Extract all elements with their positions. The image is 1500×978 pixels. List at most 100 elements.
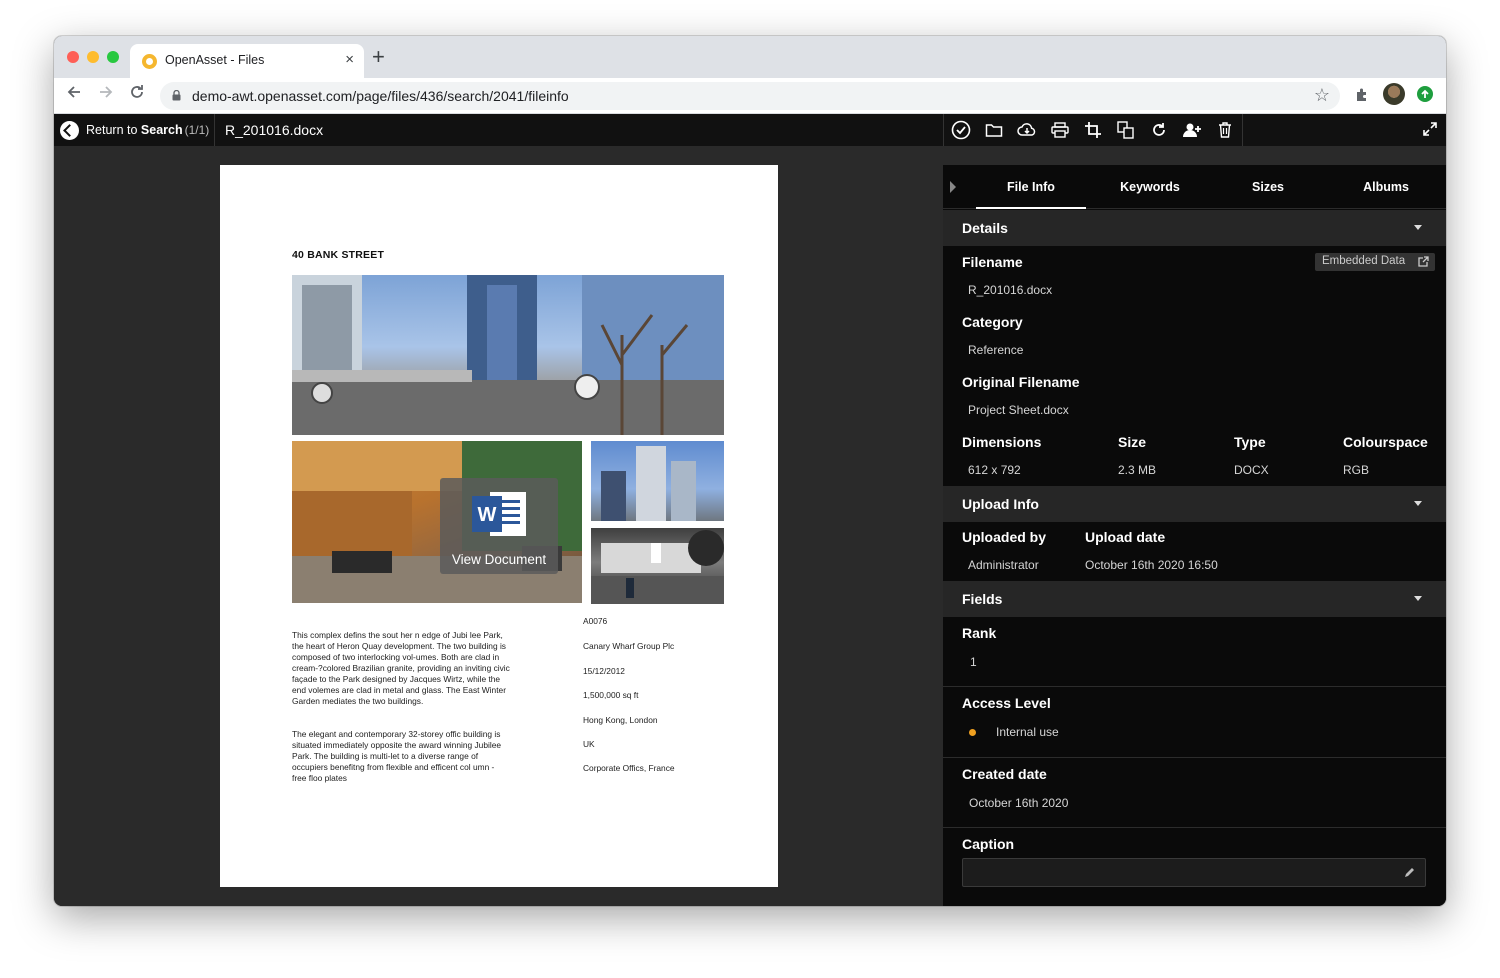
size-label: Size — [1118, 434, 1147, 450]
svg-text:W: W — [478, 504, 497, 526]
pencil-edit-icon[interactable] — [1404, 866, 1416, 878]
maximize-window-button[interactable] — [107, 51, 119, 63]
tab-albums[interactable]: Albums — [1331, 180, 1441, 194]
details-title: Details — [962, 220, 1008, 236]
dimensions-value: 612 x 792 — [968, 463, 1021, 477]
convert-icon[interactable] — [1109, 114, 1142, 146]
building-photo-street — [591, 528, 724, 604]
embedded-data-label: Embedded Data — [1322, 255, 1406, 267]
browser-tab-strip: OpenAsset - Files × + — [54, 36, 1446, 78]
new-tab-button[interactable]: + — [372, 46, 385, 68]
rotate-icon[interactable] — [1142, 114, 1175, 146]
browser-window: OpenAsset - Files × + demo-awt.openasset… — [54, 36, 1446, 906]
chevron-down-icon — [1414, 501, 1422, 506]
check-circle-icon[interactable] — [944, 114, 977, 146]
document-meta-line: Hong Kong, London — [583, 715, 658, 725]
embedded-data-button[interactable]: Embedded Data — [1315, 253, 1435, 271]
original-filename-label: Original Filename — [962, 374, 1080, 390]
chevron-down-icon — [1414, 225, 1422, 230]
tab-sizes[interactable]: Sizes — [1213, 180, 1323, 194]
address-bar[interactable]: demo-awt.openasset.com/page/files/436/se… — [160, 82, 1340, 110]
building-photo-tower — [591, 441, 724, 521]
document-meta-line: A0076 — [583, 616, 608, 626]
upload-info-section-header[interactable]: Upload Info — [943, 486, 1446, 522]
category-value: Reference — [968, 343, 1024, 357]
document-heading: 40 BANK STREET — [292, 249, 385, 261]
reload-icon[interactable] — [129, 84, 145, 105]
fullscreen-expand-icon[interactable] — [1422, 121, 1438, 142]
bookmark-star-icon[interactable]: ☆ — [1314, 85, 1330, 106]
update-arrow-icon[interactable] — [1417, 86, 1433, 102]
tab-file-info[interactable]: File Info — [976, 180, 1086, 209]
rank-value: 1 — [970, 655, 977, 669]
browser-toolbar: demo-awt.openasset.com/page/files/436/se… — [54, 78, 1446, 114]
upload-date-label: Upload date — [1085, 529, 1166, 545]
uploaded-by-value: Administrator — [968, 558, 1039, 572]
tab-keywords[interactable]: Keywords — [1095, 180, 1205, 194]
file-info-panel: File Info Keywords Sizes Albums Details … — [943, 165, 1446, 906]
close-window-button[interactable] — [67, 51, 79, 63]
access-level-value: Internal use — [996, 725, 1059, 739]
external-link-icon — [1418, 256, 1429, 267]
back-icon[interactable] — [66, 84, 82, 105]
dimensions-label: Dimensions — [962, 434, 1042, 450]
view-document-button[interactable]: W View Document — [440, 478, 558, 574]
upload-info-title: Upload Info — [962, 496, 1039, 512]
back-arrow-icon — [60, 120, 79, 140]
divider — [943, 757, 1446, 758]
folder-icon[interactable] — [977, 114, 1010, 146]
tab-close-icon[interactable]: × — [345, 51, 354, 68]
collapse-panel-icon[interactable] — [950, 181, 956, 193]
filename-value: R_201016.docx — [968, 283, 1053, 297]
document-preview[interactable]: 40 BANK STREET W View Document This comp… — [220, 165, 778, 887]
created-date-value: October 16th 2020 — [969, 796, 1069, 810]
openasset-favicon-icon — [142, 54, 157, 69]
forward-icon[interactable] — [98, 84, 114, 105]
size-value: 2.3 MB — [1118, 463, 1157, 477]
fields-section-header[interactable]: Fields — [943, 581, 1446, 617]
divider — [943, 827, 1446, 828]
minimize-window-button[interactable] — [87, 51, 99, 63]
add-user-icon[interactable] — [1175, 114, 1208, 146]
caption-input[interactable] — [962, 858, 1426, 887]
original-filename-value: Project Sheet.docx — [968, 403, 1069, 417]
browser-tab[interactable]: OpenAsset - Files × — [130, 44, 364, 78]
file-toolbar — [944, 114, 1241, 146]
document-body-paragraph: This complex defins the sout her n edge … — [292, 630, 510, 706]
url-text: demo-awt.openasset.com/page/files/436/se… — [192, 88, 569, 104]
building-photo-exterior — [292, 275, 724, 435]
document-meta-line: 15/12/2012 — [583, 666, 625, 676]
document-body-paragraph: The elegant and contemporary 32-storey o… — [292, 729, 502, 783]
document-meta-line: Canary Wharf Group Plc — [583, 641, 675, 651]
download-cloud-icon[interactable] — [1010, 114, 1043, 146]
lock-icon — [172, 90, 181, 101]
access-status-dot — [969, 729, 976, 736]
category-label: Category — [962, 314, 1023, 330]
extensions-puzzle-icon[interactable] — [1354, 87, 1370, 108]
profile-avatar[interactable] — [1383, 83, 1405, 105]
divider — [943, 686, 1446, 687]
panel-tabs: File Info Keywords Sizes Albums — [943, 165, 1446, 209]
crop-icon[interactable] — [1076, 114, 1109, 146]
return-label: Return to Search (1/1) — [86, 123, 210, 137]
access-level-label: Access Level — [962, 695, 1051, 711]
document-meta-line: Corporate Offics, France — [583, 763, 675, 773]
chevron-down-icon — [1414, 596, 1422, 601]
colourspace-value: RGB — [1343, 463, 1370, 477]
view-document-label: View Document — [451, 552, 547, 567]
type-value: DOCX — [1234, 463, 1269, 477]
print-icon[interactable] — [1043, 114, 1076, 146]
uploaded-by-label: Uploaded by — [962, 529, 1047, 545]
app-header: Return to Search (1/1) R_201016.docx — [54, 114, 1446, 146]
details-section-header[interactable]: Details — [943, 210, 1446, 246]
tab-title: OpenAsset - Files — [165, 53, 265, 67]
trash-icon[interactable] — [1208, 114, 1241, 146]
caption-label: Caption — [962, 836, 1015, 852]
file-title: R_201016.docx — [225, 122, 324, 138]
word-document-icon: W — [472, 492, 526, 536]
return-to-search-button[interactable]: Return to Search (1/1) — [60, 120, 209, 140]
filename-label: Filename — [962, 254, 1023, 270]
main-content: 40 BANK STREET W View Document This comp… — [54, 146, 1446, 906]
created-date-label: Created date — [962, 766, 1047, 782]
type-label: Type — [1234, 434, 1266, 450]
